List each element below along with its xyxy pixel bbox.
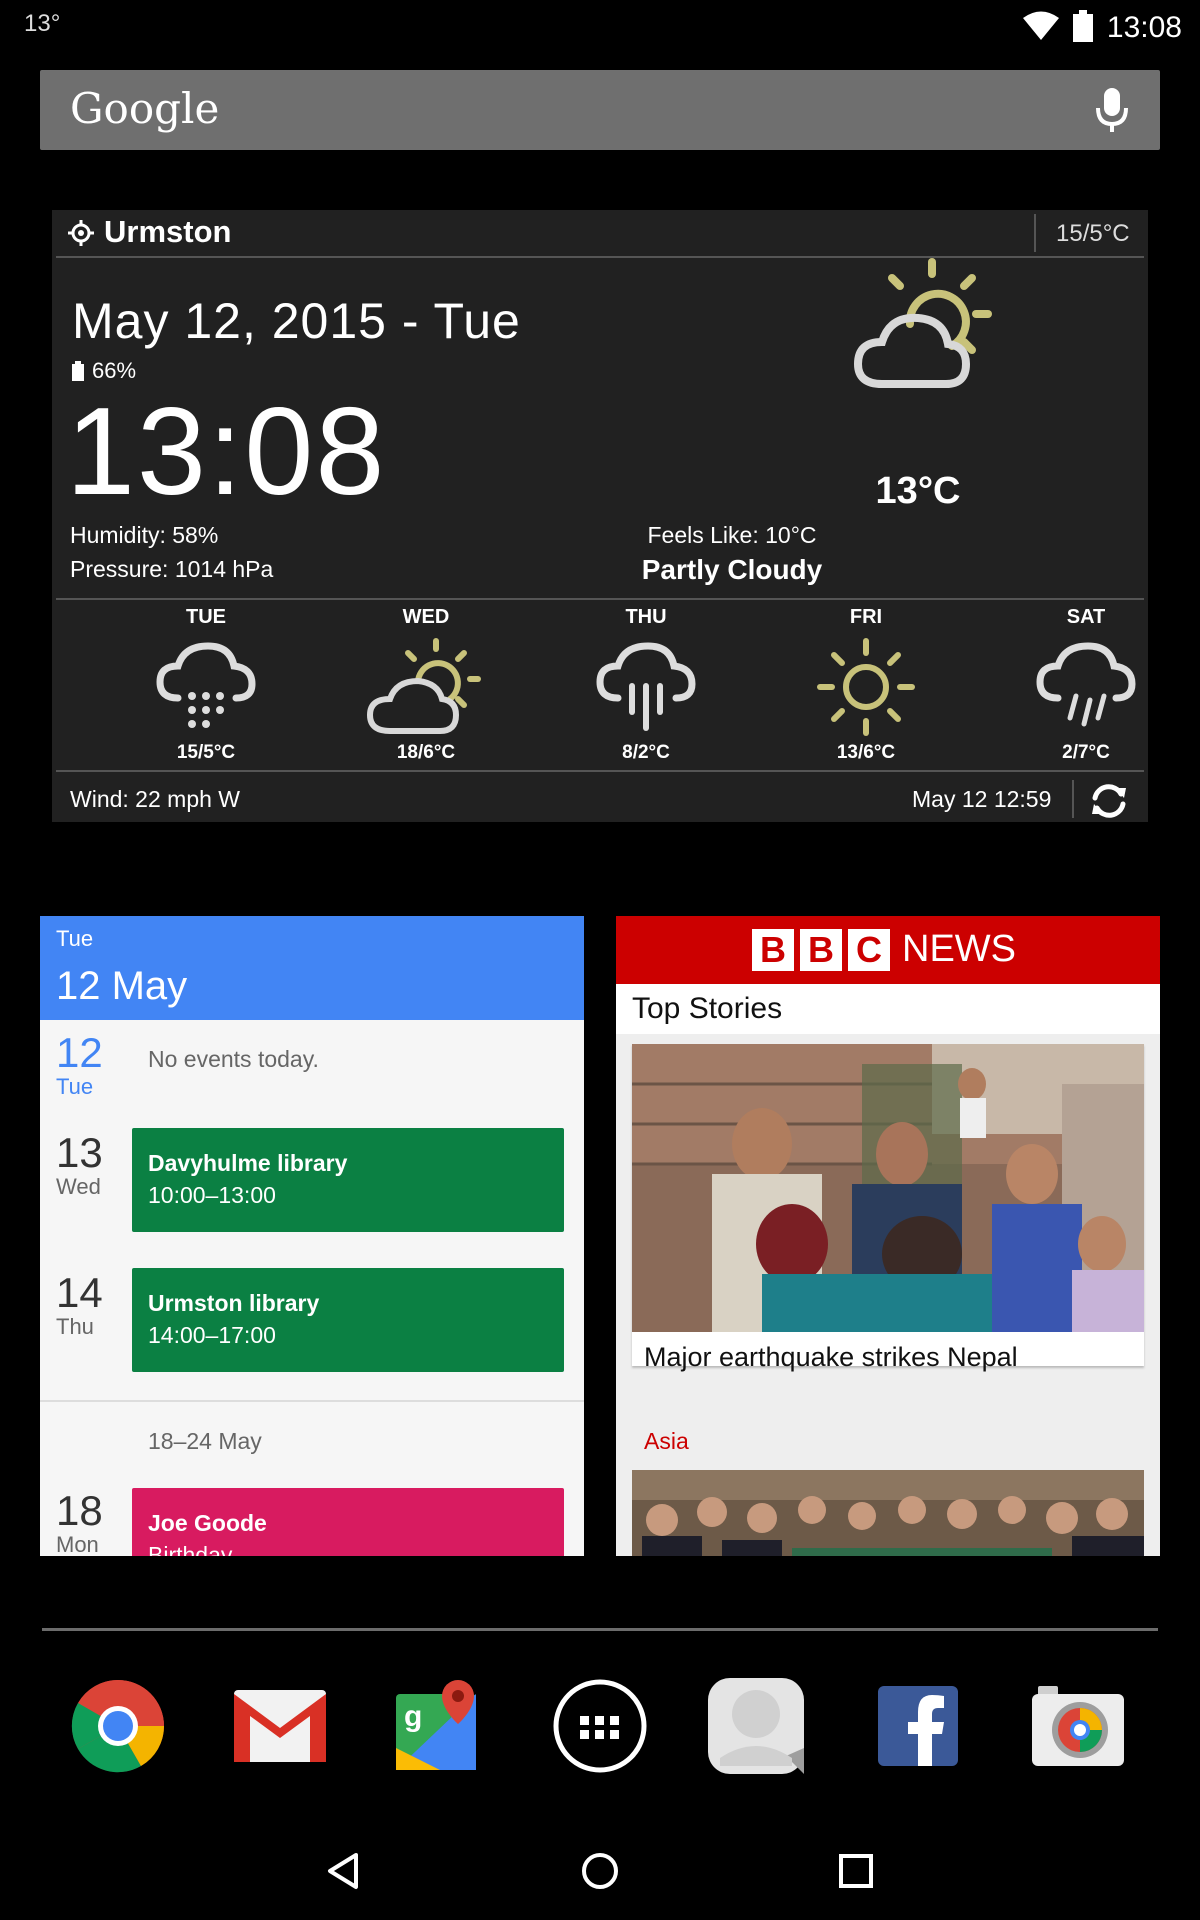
wifi-icon	[1022, 11, 1059, 46]
divider	[56, 598, 1144, 600]
battery-icon	[1072, 9, 1093, 47]
refresh-icon[interactable]	[1086, 778, 1132, 829]
forecast-day-label: WED	[402, 606, 450, 628]
weather-date: May 12, 2015 - Tue	[72, 293, 521, 349]
calendar-header-date: 12 May	[56, 964, 188, 1008]
event-title: Urmston library	[148, 1290, 320, 1316]
news-category[interactable]: Asia	[644, 1428, 689, 1455]
divider	[1034, 214, 1036, 252]
calendar-day-label: Thu	[56, 1314, 94, 1339]
forecast-day-label: THU	[625, 606, 667, 628]
forecast-range: 13/6°C	[836, 742, 896, 763]
calendar-event[interactable]: Urmston library 14:00–17:00	[132, 1268, 564, 1372]
forecast-range: 8/2°C	[622, 742, 670, 763]
forecast-day: THU 8/2°C	[556, 606, 736, 764]
humidity-label: Humidity: 58%	[70, 522, 219, 548]
calendar-header-weekday: Tue	[56, 926, 94, 951]
weather-location[interactable]: Urmston	[104, 214, 231, 250]
showers-icon	[996, 632, 1176, 742]
bbc-logo-letter: B	[752, 928, 794, 971]
hangouts-icon[interactable]	[706, 1676, 806, 1776]
calendar-header[interactable]: Tue 12 May	[40, 916, 584, 1020]
no-events-text: No events today.	[148, 1046, 319, 1072]
back-icon[interactable]	[314, 1846, 374, 1896]
chrome-icon[interactable]	[68, 1676, 168, 1776]
feels-like: Feels Like: 10°C	[647, 522, 817, 548]
calendar-day-number: 13	[56, 1129, 103, 1176]
wind-label: Wind: 22 mph W	[70, 786, 240, 812]
bbc-logo-letter: B	[800, 928, 842, 971]
gmail-icon[interactable]	[230, 1676, 330, 1776]
facebook-icon[interactable]	[868, 1676, 968, 1776]
divider	[56, 770, 1144, 772]
battery-level: 66%	[92, 358, 137, 383]
news-headline[interactable]: Major earthquake strikes Nepal	[644, 1342, 1018, 1373]
maps-icon[interactable]: g	[390, 1676, 490, 1776]
event-time: Birthday	[148, 1542, 233, 1556]
weather-condition: Partly Cloudy	[641, 554, 823, 585]
partly-cloudy-icon	[852, 254, 1002, 409]
calendar-event[interactable]: Joe Goode Birthday	[132, 1488, 564, 1556]
calendar-day-label: Mon	[56, 1532, 99, 1556]
forecast-day-label: FRI	[849, 606, 883, 628]
calendar-widget[interactable]: Tue 12 May 12 Tue No events today. 13 We…	[40, 916, 584, 1556]
partly-cloudy-icon	[336, 632, 516, 742]
forecast-day: SAT 2/7°C	[996, 606, 1176, 764]
forecast-day-label: SAT	[1066, 606, 1106, 628]
status-notification-temp: 13°	[24, 10, 61, 37]
status-bar-right: 13:08	[1022, 8, 1182, 48]
recents-icon[interactable]	[826, 1846, 886, 1896]
event-time: 10:00–13:00	[148, 1182, 276, 1208]
event-time: 14:00–17:00	[148, 1322, 276, 1348]
event-title: Davyhulme library	[148, 1150, 348, 1176]
forecast-range: 18/6°C	[396, 742, 456, 763]
forecast-range: 15/5°C	[176, 742, 236, 763]
calendar-day-label: Wed	[56, 1174, 101, 1199]
calendar-day-number: 18	[56, 1487, 103, 1534]
forecast-day: WED 18/6°C	[336, 606, 516, 764]
rain-heavy-icon	[116, 632, 296, 742]
news-photo[interactable]	[632, 1044, 1144, 1332]
bbc-logo-word: NEWS	[902, 928, 1016, 970]
google-logo: Google	[70, 84, 220, 133]
svg-text:g: g	[404, 1700, 422, 1733]
forecast-day: TUE 15/5°C	[116, 606, 296, 764]
mic-icon[interactable]	[1092, 86, 1132, 139]
news-photo[interactable]	[632, 1470, 1144, 1556]
weather-widget[interactable]: Urmston 15/5°C May 12, 2015 - Tue 66% 13…	[52, 210, 1148, 822]
sun-icon	[776, 632, 956, 742]
forecast-day: FRI 13/6°C	[776, 606, 956, 764]
calendar-day-number: 14	[56, 1269, 103, 1316]
rain-icon	[556, 632, 736, 742]
news-story-card[interactable]: Major earthquake strikes Nepal Asia	[632, 1044, 1144, 1454]
calendar-event[interactable]: Davyhulme library 10:00–13:00	[132, 1128, 564, 1232]
status-clock: 13:08	[1106, 11, 1182, 44]
week-range: 18–24 May	[148, 1428, 262, 1454]
calendar-day-label: Tue	[56, 1074, 94, 1099]
google-search-bar[interactable]: Google	[40, 70, 1160, 150]
calendar-day-number: 12	[56, 1029, 103, 1076]
bbc-header[interactable]: B B C NEWS	[616, 916, 1160, 984]
forecast-day-label: TUE	[186, 606, 226, 628]
home-icon[interactable]	[570, 1846, 630, 1896]
forecast-range: 2/7°C	[1062, 742, 1110, 763]
weather-clock[interactable]: 13:08	[66, 390, 386, 514]
location-icon	[68, 218, 94, 253]
app-drawer-icon[interactable]	[550, 1676, 650, 1776]
section-title: Top Stories	[632, 992, 783, 1025]
bbc-news-widget[interactable]: B B C NEWS Top Stories Major earthquake …	[616, 916, 1160, 1556]
divider	[1072, 780, 1074, 818]
current-temperature: 13°C	[875, 470, 961, 512]
battery-icon	[72, 361, 84, 381]
last-updated: May 12 12:59	[912, 786, 1052, 812]
bbc-news-logo: B B C NEWS	[752, 928, 1016, 971]
weather-today-range: 15/5°C	[1056, 220, 1130, 247]
battery-indicator: 66%	[72, 358, 136, 384]
event-title: Joe Goode	[148, 1510, 267, 1536]
dock-divider	[42, 1628, 1158, 1631]
divider	[40, 1400, 584, 1402]
camera-icon[interactable]	[1028, 1676, 1128, 1776]
pressure-label: Pressure: 1014 hPa	[70, 556, 274, 582]
bbc-logo-letter: C	[848, 928, 890, 971]
